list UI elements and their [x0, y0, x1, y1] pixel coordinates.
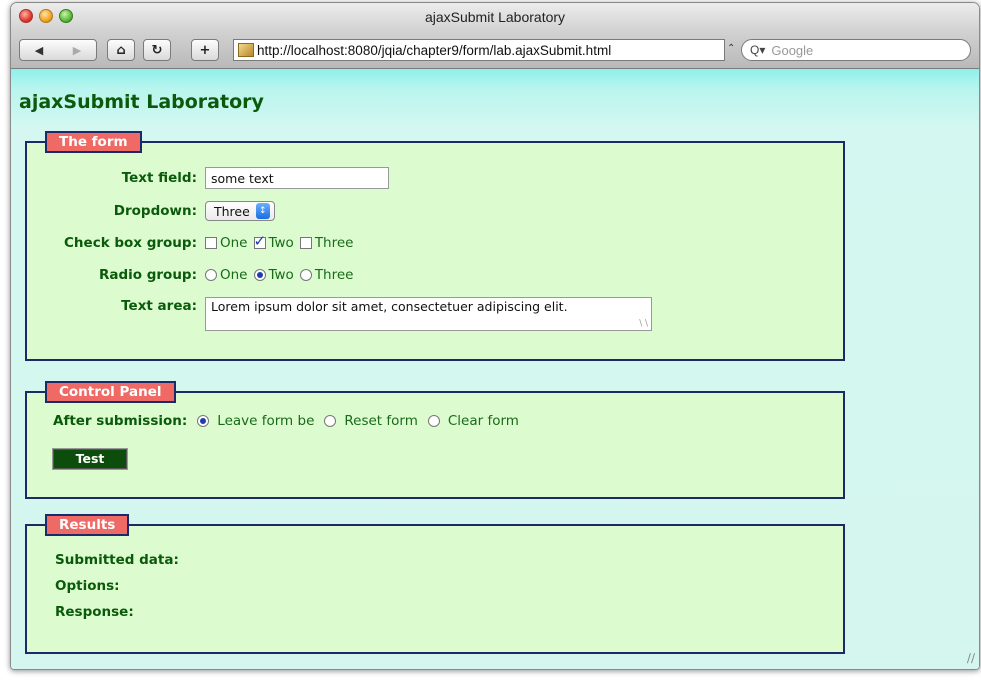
checkbox-two-label: Two [268, 235, 294, 251]
clear-form-label: Clear form [447, 413, 519, 429]
dropdown-label: Dropdown: [113, 203, 197, 219]
back-arrow-icon[interactable]: ◀ [35, 44, 43, 57]
home-icon: ⌂ [116, 42, 126, 58]
site-favicon-icon [238, 43, 254, 57]
clear-form-radio[interactable] [427, 415, 440, 427]
radio-two-label: Two [268, 267, 294, 283]
leave-form-radio[interactable] [197, 415, 210, 427]
reset-form-label: Reset form [344, 413, 418, 429]
dropdown-value: Three [214, 203, 250, 219]
reset-form-option[interactable]: Reset form [324, 413, 418, 429]
search-field[interactable]: Q▾ Google [741, 39, 971, 61]
control-panel-legend: Control Panel [45, 381, 176, 403]
results-legend: Results [45, 514, 130, 536]
search-placeholder: Google [771, 42, 814, 58]
address-bar[interactable]: http://localhost:8080/jqia/chapter9/form… [233, 39, 725, 61]
options-label: Options: [55, 578, 120, 594]
dropdown-select[interactable]: Three ↕ [205, 201, 275, 221]
radio-group-label: Radio group: [98, 267, 197, 283]
leave-form-label: Leave form be [217, 413, 315, 429]
radio-three[interactable]: Three [299, 267, 354, 283]
checkbox-two-box[interactable] [253, 232, 266, 250]
radio-group-row: Radio group: One Two Three [27, 267, 359, 283]
reset-form-radio[interactable] [324, 415, 337, 427]
radio-three-label: Three [314, 267, 354, 283]
reload-icon: ↻ [151, 42, 163, 58]
browser-window: ajaxSubmit Laboratory ◀ ▶ ⌂ ↻ + http://l… [10, 2, 980, 670]
radio-three-button[interactable] [299, 269, 312, 281]
forward-arrow-icon[interactable]: ▶ [73, 44, 81, 57]
radio-one-button[interactable] [205, 269, 217, 281]
leave-form-option[interactable]: Leave form be [197, 413, 314, 429]
form-fieldset: The form Text field: some text Dropdown:… [25, 131, 845, 361]
checkbox-one-label: One [220, 235, 248, 251]
home-button[interactable]: ⌂ [107, 39, 135, 61]
checkbox-three-box[interactable] [299, 237, 312, 249]
dropdown-row: Dropdown: Three ↕ [27, 201, 275, 221]
checkbox-one-box[interactable] [205, 237, 217, 249]
add-bookmark-button[interactable]: + [191, 39, 219, 61]
window-resize-icon[interactable]: ∕∕ [967, 651, 975, 665]
checkbox-group-row: Check box group: One Two Three [27, 232, 359, 251]
plus-icon: + [199, 42, 211, 58]
radio-two-button[interactable] [253, 269, 266, 281]
after-submission-row: After submission: Leave form be Reset fo… [53, 413, 525, 429]
title-bar: ajaxSubmit Laboratory [11, 3, 979, 31]
checkbox-one[interactable]: One [205, 235, 248, 251]
test-button[interactable]: Test [52, 448, 128, 470]
checkbox-three[interactable]: Three [299, 235, 354, 251]
text-field-label: Text field: [121, 170, 197, 186]
control-panel-fieldset: Control Panel After submission: Leave fo… [25, 381, 845, 499]
text-field-input[interactable]: some text [205, 167, 389, 189]
results-fieldset: Results Submitted data: Options: Respons… [25, 514, 845, 654]
resize-grip-icon[interactable]: ∖∖ [638, 319, 649, 329]
window-title: ajaxSubmit Laboratory [424, 9, 566, 25]
text-field-row: Text field: some text [27, 167, 389, 189]
checkbox-two[interactable]: Two [253, 232, 294, 251]
text-area-label: Text area: [121, 298, 197, 314]
radio-one[interactable]: One [205, 267, 248, 283]
search-icon: Q▾ [750, 43, 766, 57]
page-content: ajaxSubmit Laboratory The form Text fiel… [11, 69, 979, 669]
after-submission-label: After submission: [53, 413, 188, 429]
radio-two[interactable]: Two [253, 267, 294, 283]
chevron-updown-icon: ↕ [255, 203, 270, 219]
back-forward-button[interactable]: ◀ ▶ [19, 39, 97, 61]
clear-form-option[interactable]: Clear form [427, 413, 519, 429]
checkbox-group-label: Check box group: [64, 235, 197, 251]
response-label: Response: [55, 604, 134, 620]
checkbox-three-label: Three [314, 235, 354, 251]
chevron-up-icon[interactable]: ⌃ [727, 43, 735, 54]
text-area-input[interactable]: Lorem ipsum dolor sit amet, consectetuer… [205, 297, 652, 331]
radio-one-label: One [220, 267, 248, 283]
submitted-data-label: Submitted data: [55, 552, 179, 568]
browser-toolbar: ◀ ▶ ⌂ ↻ + http://localhost:8080/jqia/cha… [11, 31, 979, 69]
text-area-value: Lorem ipsum dolor sit amet, consectetuer… [211, 299, 568, 314]
text-area-row: Text area: Lorem ipsum dolor sit amet, c… [27, 297, 652, 331]
form-legend: The form [45, 131, 142, 153]
reload-button[interactable]: ↻ [143, 39, 171, 61]
page-title: ajaxSubmit Laboratory [19, 91, 264, 113]
address-bar-url: http://localhost:8080/jqia/chapter9/form… [257, 42, 612, 58]
